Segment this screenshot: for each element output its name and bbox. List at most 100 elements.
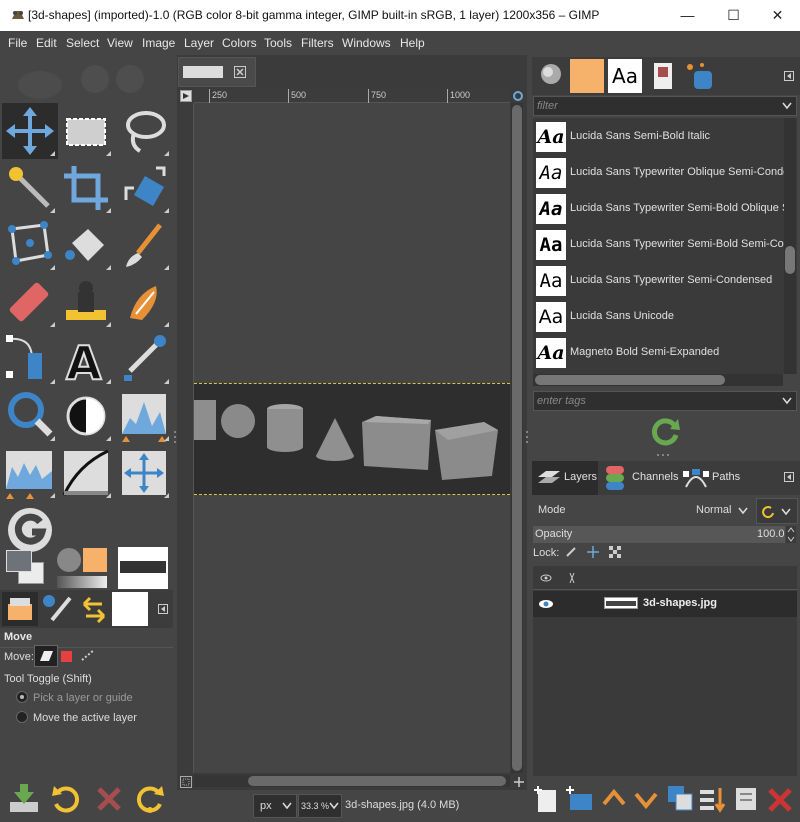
lower-layer-icon[interactable] xyxy=(632,784,660,814)
tags-input[interactable]: enter tags xyxy=(533,391,797,411)
font-list-item[interactable]: Aa Lucida Sans Typewriter Semi-Bold Obliq… xyxy=(534,191,784,227)
reset-defaults-icon[interactable] xyxy=(136,784,166,814)
fuzzy-select-tool-button[interactable] xyxy=(2,160,58,216)
curves-tool-button[interactable] xyxy=(58,445,114,501)
menu-view[interactable]: View xyxy=(107,36,133,50)
zoom-follow-icon[interactable] xyxy=(512,90,524,102)
bucket-fill-tool-button[interactable] xyxy=(58,217,114,273)
undo-history-tab[interactable] xyxy=(76,592,112,626)
move-path-button[interactable] xyxy=(80,648,96,662)
text-tool-button[interactable]: A xyxy=(58,331,114,391)
delete-preset-icon[interactable] xyxy=(96,786,122,812)
save-preset-icon[interactable] xyxy=(8,782,40,814)
fg-bg-color-selector[interactable] xyxy=(6,550,46,586)
move-active-layer-radio[interactable] xyxy=(16,711,28,723)
raise-layer-icon[interactable] xyxy=(600,784,628,814)
font-list-hscroll-thumb[interactable] xyxy=(535,375,725,385)
duplicate-layer-icon[interactable] xyxy=(666,784,694,814)
lock-pixels-icon[interactable] xyxy=(565,546,577,558)
new-layer-group-icon[interactable] xyxy=(566,784,594,814)
menu-windows[interactable]: Windows xyxy=(342,36,391,50)
refresh-fonts-icon[interactable] xyxy=(650,417,680,447)
paintbrush-tool-button[interactable] xyxy=(116,217,172,273)
tool-presets-tab[interactable] xyxy=(682,59,716,93)
menu-tools[interactable]: Tools xyxy=(264,36,292,50)
fonts-tab[interactable]: Aa xyxy=(608,59,642,93)
templates-tab[interactable] xyxy=(646,59,680,93)
rect-select-tool-button[interactable] xyxy=(58,103,114,159)
layer-mask-icon[interactable] xyxy=(732,784,760,814)
menu-image[interactable]: Image xyxy=(142,36,175,50)
dock-separator-handle-icon[interactable] xyxy=(655,453,671,457)
font-list-hscrollbar[interactable] xyxy=(533,374,783,386)
foreground-color-swatch[interactable] xyxy=(6,550,32,572)
close-tab-icon[interactable] xyxy=(234,66,246,78)
zoom-select[interactable]: 33.3 % xyxy=(298,794,342,818)
unified-move-tool-button[interactable] xyxy=(116,445,172,501)
close-button[interactable]: ✕ xyxy=(755,0,800,31)
dodge-burn-tool-button[interactable] xyxy=(58,388,114,444)
lasso-tool-button[interactable] xyxy=(116,103,172,159)
image-layer[interactable] xyxy=(194,383,510,495)
unit-select[interactable]: px xyxy=(253,794,297,818)
restore-preset-icon[interactable] xyxy=(50,784,80,814)
lock-alpha-icon[interactable] xyxy=(609,546,621,558)
channels-tab[interactable]: Channels xyxy=(600,461,680,495)
tool-options-tab[interactable] xyxy=(2,592,38,626)
layer-row[interactable]: 3d-shapes.jpg xyxy=(533,591,797,617)
delete-layer-icon[interactable] xyxy=(766,784,794,814)
move-tool-button[interactable] xyxy=(2,103,58,159)
font-list-item[interactable]: Aa Lucida Sans Typewriter Oblique Semi-Co… xyxy=(534,155,784,191)
patterns-tab[interactable] xyxy=(570,59,604,93)
tab-menu-icon[interactable] xyxy=(784,71,794,81)
minimize-button[interactable]: — xyxy=(665,0,710,31)
tab-menu-icon[interactable] xyxy=(158,604,168,614)
font-list-item[interactable]: Aa Lucida Sans Semi-Bold Italic xyxy=(534,119,784,155)
lock-position-icon[interactable] xyxy=(587,546,599,558)
move-layer-button[interactable] xyxy=(34,645,58,667)
font-filter-input[interactable]: filter xyxy=(533,96,797,116)
navigate-icon[interactable] xyxy=(513,776,525,788)
curves-histogram-tool-button[interactable] xyxy=(2,445,58,501)
brush-pattern-gradient-area[interactable] xyxy=(57,548,107,590)
font-list-item[interactable]: Aa Lucida Sans Typewriter Semi-Condensed xyxy=(534,263,784,299)
font-list-item[interactable]: Aa Magneto Bold Semi-Expanded xyxy=(534,335,784,371)
zoom-tool-button[interactable] xyxy=(2,388,58,444)
brushes-tab[interactable] xyxy=(534,59,568,93)
crop-tool-button[interactable] xyxy=(58,160,114,216)
toggle-mask-icon[interactable] xyxy=(180,776,192,788)
tab-menu-icon[interactable] xyxy=(784,472,794,482)
device-status-tab[interactable] xyxy=(40,592,76,626)
vertical-scroll-thumb[interactable] xyxy=(512,105,522,771)
pick-layer-radio[interactable] xyxy=(16,691,28,703)
clone-tool-button[interactable] xyxy=(58,274,114,330)
new-layer-icon[interactable] xyxy=(534,784,562,814)
font-list-item[interactable]: Aa Lucida Sans Unicode xyxy=(534,299,784,335)
quick-mask-menu-icon[interactable] xyxy=(180,90,192,102)
levels-tool-button[interactable] xyxy=(116,388,172,444)
horizontal-scrollbar[interactable] xyxy=(194,775,510,787)
eye-icon[interactable] xyxy=(538,599,554,609)
layer-name[interactable]: 3d-shapes.jpg xyxy=(643,597,717,609)
color-picker-tool-button[interactable] xyxy=(116,331,172,387)
paths-tab[interactable]: Paths xyxy=(682,461,744,495)
opacity-spin-button[interactable] xyxy=(786,526,796,543)
font-list-vscroll-thumb[interactable] xyxy=(785,246,795,274)
image-tab[interactable] xyxy=(178,57,256,87)
font-list-vscrollbar[interactable] xyxy=(784,118,796,374)
images-tab[interactable] xyxy=(112,592,148,626)
pane-handle-icon[interactable] xyxy=(173,430,177,444)
font-list-item[interactable]: Aa Lucida Sans Typewriter Semi-Bold Semi-… xyxy=(534,227,784,263)
smudge-tool-button[interactable] xyxy=(116,274,172,330)
pane-handle-icon[interactable] xyxy=(525,430,529,444)
menu-file[interactable]: File xyxy=(8,36,27,50)
menu-edit[interactable]: Edit xyxy=(36,36,57,50)
warp-tool-button[interactable] xyxy=(2,217,58,273)
menu-colors[interactable]: Colors xyxy=(222,36,257,50)
unified-transform-tool-button[interactable] xyxy=(116,160,172,216)
eraser-tool-button[interactable] xyxy=(2,274,58,330)
vertical-scrollbar[interactable] xyxy=(511,103,523,773)
paths-tool-button[interactable] xyxy=(2,331,58,387)
move-selection-button[interactable] xyxy=(61,651,72,662)
layers-tab[interactable]: Layers xyxy=(532,461,598,495)
